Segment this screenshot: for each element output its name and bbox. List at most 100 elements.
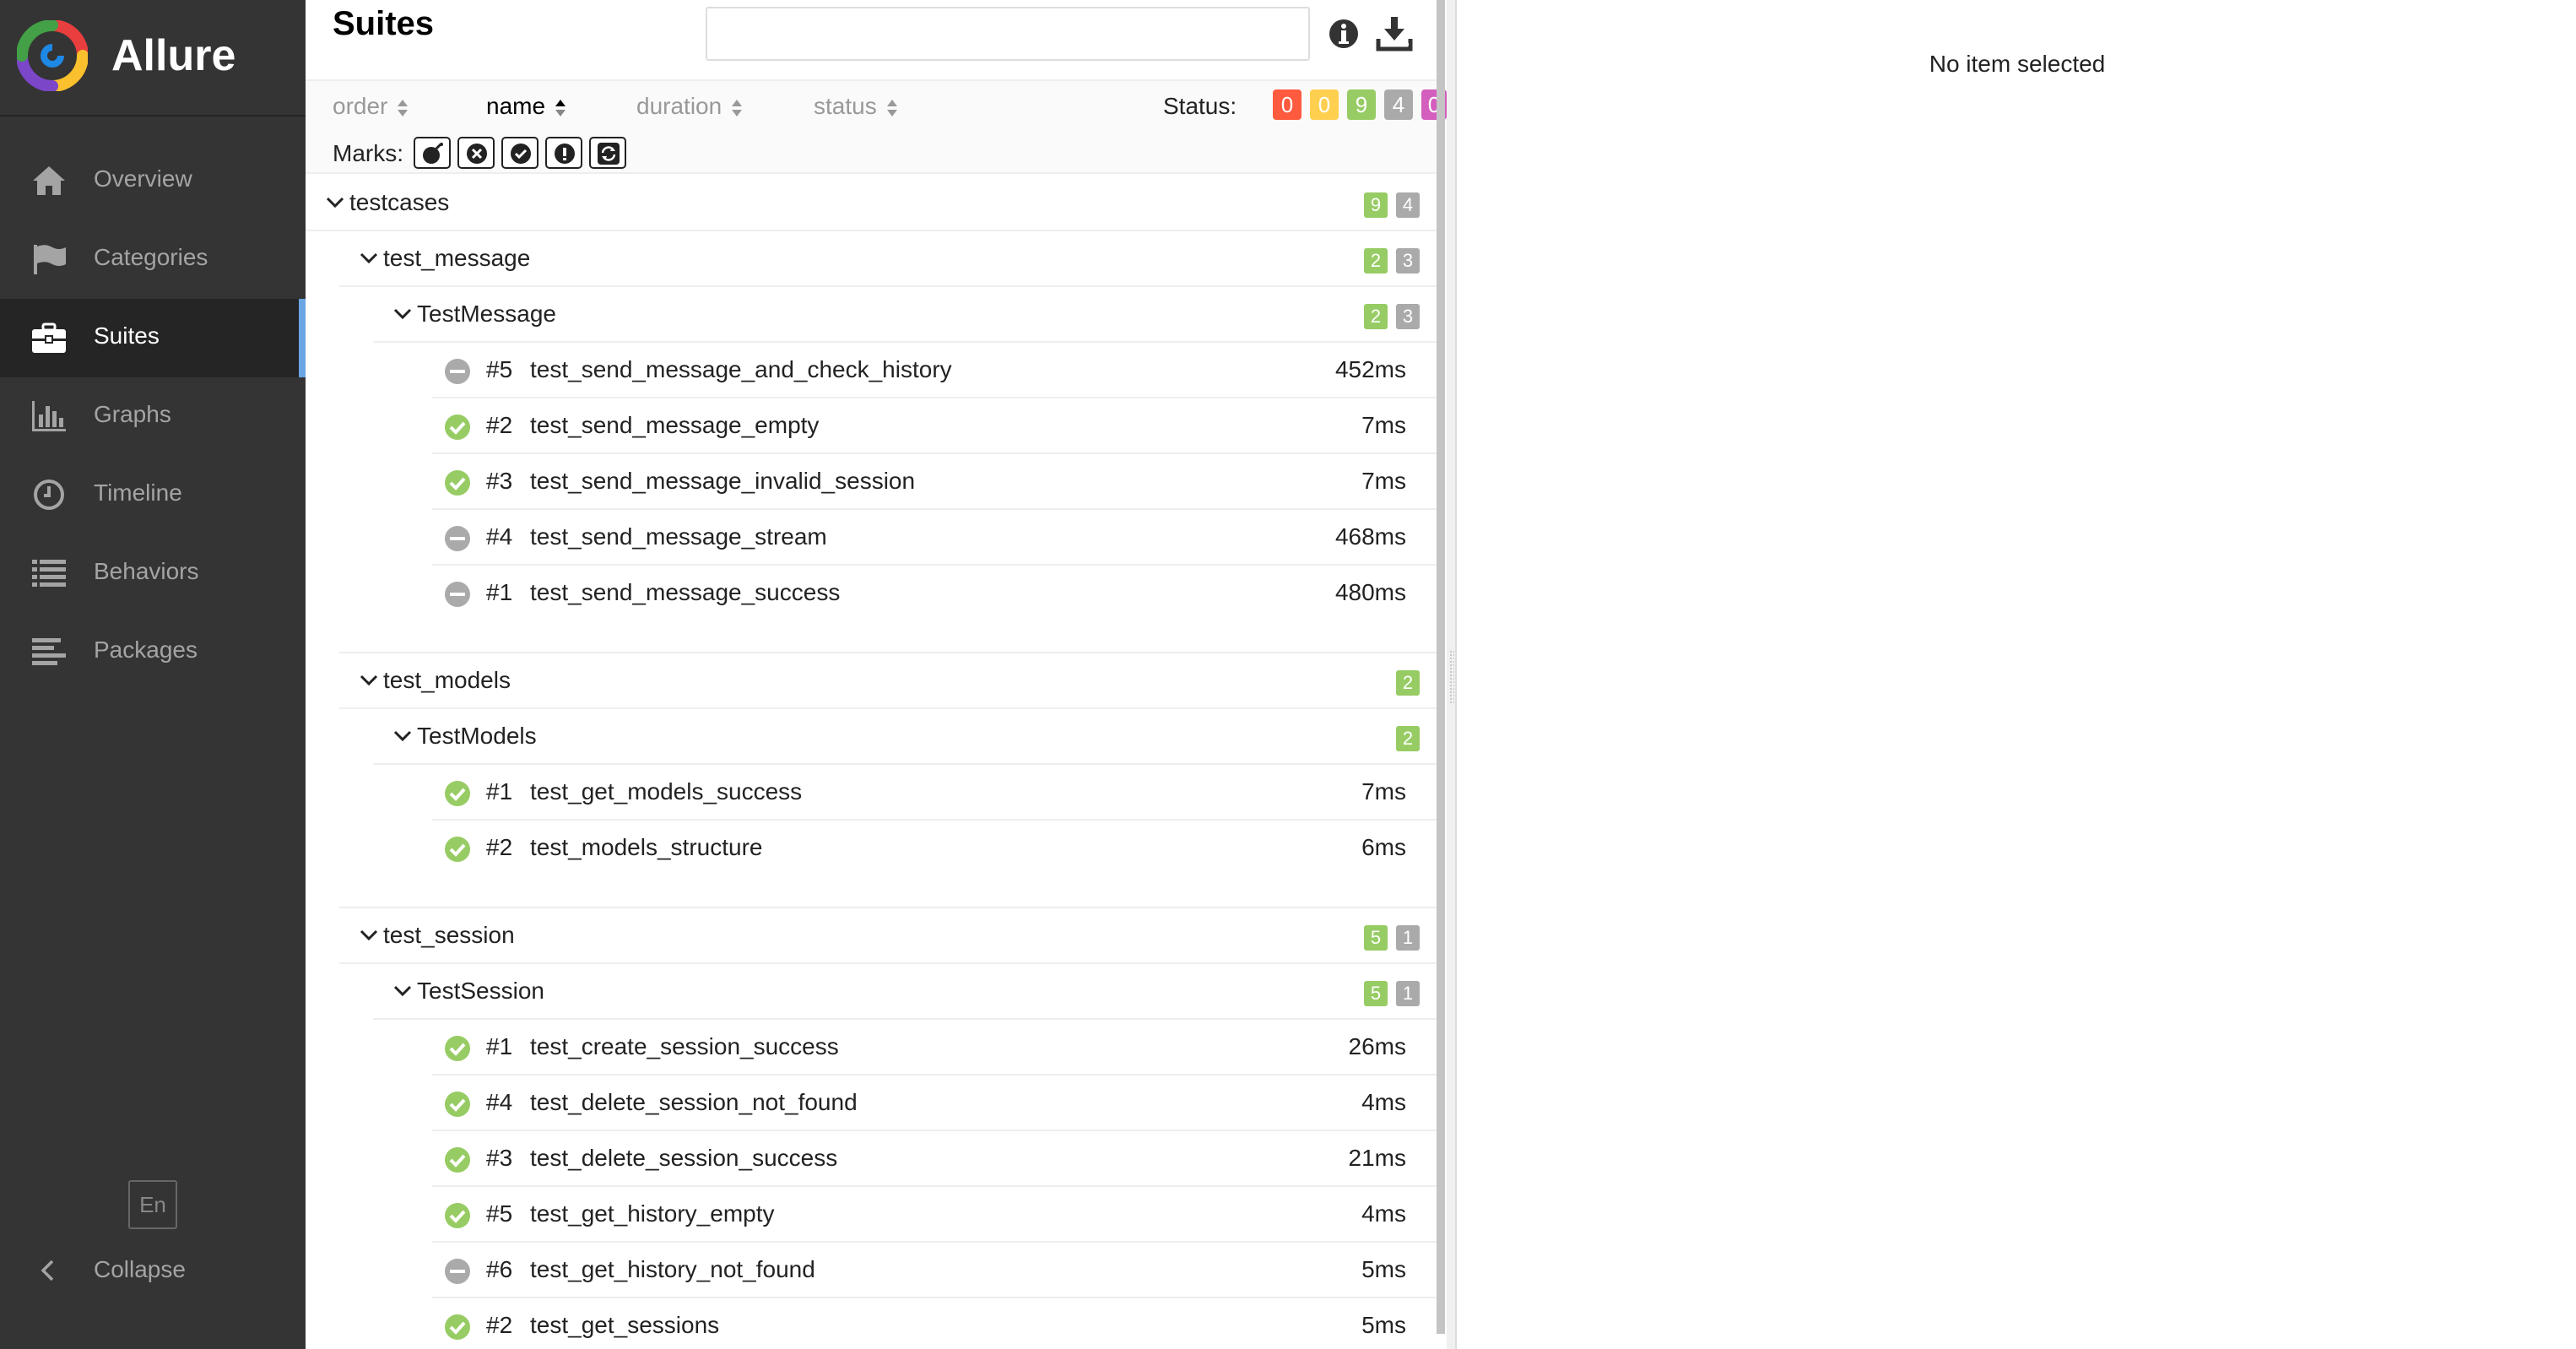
test-name: test_get_models_success: [530, 778, 803, 805]
test-order: #6: [486, 1256, 513, 1282]
test-row[interactable]: #5 test_send_message_and_check_history 4…: [432, 343, 1437, 398]
passed-icon: [445, 781, 470, 806]
test-row[interactable]: #2 test_models_structure 6ms: [432, 821, 1437, 876]
test-order: #2: [486, 1312, 513, 1338]
tree-group-row[interactable]: testcases 9 4: [306, 176, 1437, 231]
status-filter-failed[interactable]: 0: [1273, 89, 1302, 120]
tree-group-row[interactable]: TestModels 2: [373, 709, 1437, 765]
sidebar-item-suites[interactable]: Suites: [0, 299, 306, 377]
info-icon[interactable]: [1327, 17, 1361, 51]
sort-icon: [886, 99, 897, 116]
test-name: test_send_message_empty: [530, 412, 820, 438]
test-order: #5: [486, 356, 513, 382]
tree-group-row[interactable]: test_session 5 1: [339, 908, 1437, 964]
mark-retries-button[interactable]: [589, 137, 626, 169]
test-name: test_get_history_not_found: [530, 1256, 815, 1282]
tree-scrollbar[interactable]: [1437, 0, 1445, 1334]
suites-pane: Suites order name duration status Status…: [306, 0, 1447, 1349]
test-order: #3: [486, 468, 513, 494]
allure-logo-icon: [17, 20, 88, 91]
test-duration: 7ms: [1361, 778, 1406, 805]
download-icon[interactable]: [1376, 15, 1413, 52]
sort-by-order[interactable]: order: [333, 93, 409, 120]
splitter-grip-icon: [1449, 650, 1454, 704]
passed-icon: [445, 414, 470, 440]
sidebar-item-label: Categories: [94, 244, 208, 270]
new-broken-icon: [555, 144, 575, 164]
test-name: test_get_history_empty: [530, 1200, 775, 1227]
chevron-down-icon: [326, 197, 344, 209]
mark-new-failed-button[interactable]: [457, 137, 495, 169]
test-row[interactable]: #1 test_send_message_success 480ms: [432, 566, 1437, 621]
test-row[interactable]: #1 test_get_models_success 7ms: [432, 765, 1437, 821]
sidebar-item-behaviors[interactable]: Behaviors: [0, 534, 306, 613]
group-name: test_message: [383, 245, 531, 271]
test-row[interactable]: #4 test_delete_session_not_found 4ms: [432, 1075, 1437, 1131]
status-filter-passed[interactable]: 9: [1347, 89, 1376, 120]
chevron-down-icon: [360, 252, 378, 264]
test-row[interactable]: #5 test_get_history_empty 4ms: [432, 1187, 1437, 1243]
status-filter-broken[interactable]: 0: [1310, 89, 1339, 120]
collapse-button[interactable]: Collapse: [0, 1246, 306, 1297]
sort-by-status[interactable]: status: [814, 93, 899, 120]
sidebar-item-graphs[interactable]: Graphs: [0, 377, 306, 456]
sort-label: status: [814, 93, 877, 119]
brand[interactable]: Allure: [0, 0, 306, 116]
search-input[interactable]: [706, 7, 1310, 61]
test-order: #2: [486, 412, 513, 438]
sidebar-item-label: Timeline: [94, 479, 182, 506]
skipped-icon: [445, 582, 470, 607]
skipped-count-badge: 1: [1396, 925, 1420, 951]
list-icon: [32, 560, 66, 587]
new-passed-icon: [511, 144, 531, 164]
status-filter-skipped[interactable]: 4: [1384, 89, 1413, 120]
sort-by-duration[interactable]: duration: [636, 93, 744, 120]
test-duration: 480ms: [1334, 579, 1406, 605]
test-order: #1: [486, 1033, 513, 1059]
sidebar-item-packages[interactable]: Packages: [0, 613, 306, 691]
sort-icon: [732, 99, 743, 116]
brand-name: Allure: [111, 31, 236, 80]
skipped-count-badge: 3: [1396, 248, 1420, 274]
passed-icon: [445, 1036, 470, 1061]
test-row[interactable]: #3 test_delete_session_success 21ms: [432, 1131, 1437, 1187]
sidebar: Allure Overview Categories Suites Graphs…: [0, 0, 306, 1349]
language-button[interactable]: En: [128, 1180, 177, 1229]
sort-by-name[interactable]: name: [486, 93, 567, 120]
test-row[interactable]: #2 test_get_sessions 5ms: [432, 1298, 1437, 1349]
test-order: #2: [486, 834, 513, 860]
sidebar-item-overview[interactable]: Overview: [0, 142, 306, 220]
test-row[interactable]: #4 test_send_message_stream 468ms: [432, 510, 1437, 566]
chevron-down-icon: [393, 985, 412, 997]
flag-icon: [34, 245, 66, 274]
tree-group-row[interactable]: test_message 2 3: [339, 231, 1437, 287]
sort-icon: [398, 99, 409, 116]
sidebar-item-timeline[interactable]: Timeline: [0, 456, 306, 534]
test-row[interactable]: #1 test_create_session_success 26ms: [432, 1020, 1437, 1075]
test-row[interactable]: #6 test_get_history_not_found 5ms: [432, 1243, 1437, 1298]
sort-label: duration: [636, 93, 722, 119]
test-duration: 6ms: [1361, 834, 1406, 860]
tree-group-row[interactable]: TestMessage 2 3: [373, 287, 1437, 343]
skipped-icon: [445, 526, 470, 551]
test-row[interactable]: #3 test_send_message_invalid_session 7ms: [432, 454, 1437, 510]
passed-count-badge: 2: [1396, 670, 1420, 696]
test-name: test_delete_session_not_found: [530, 1089, 858, 1115]
mark-flaky-button[interactable]: [414, 137, 451, 169]
briefcase-icon: [32, 322, 66, 353]
mark-new-passed-button[interactable]: [501, 137, 538, 169]
group-name: TestMessage: [417, 301, 556, 327]
mark-new-broken-button[interactable]: [545, 137, 582, 169]
sort-asc-icon: [555, 99, 566, 116]
chevron-down-icon: [360, 929, 378, 941]
test-duration: 7ms: [1361, 412, 1406, 438]
tree-group-row[interactable]: TestSession 5 1: [373, 964, 1437, 1020]
sidebar-item-categories[interactable]: Categories: [0, 220, 306, 299]
status-label: Status:: [1163, 93, 1237, 119]
chevron-down-icon: [393, 730, 412, 742]
test-row[interactable]: #2 test_send_message_empty 7ms: [432, 398, 1437, 454]
pane-splitter[interactable]: [1447, 0, 1457, 1349]
tree-group-row[interactable]: test_models 2: [339, 653, 1437, 709]
sort-label: order: [333, 93, 388, 119]
skipped-icon: [445, 1259, 470, 1284]
